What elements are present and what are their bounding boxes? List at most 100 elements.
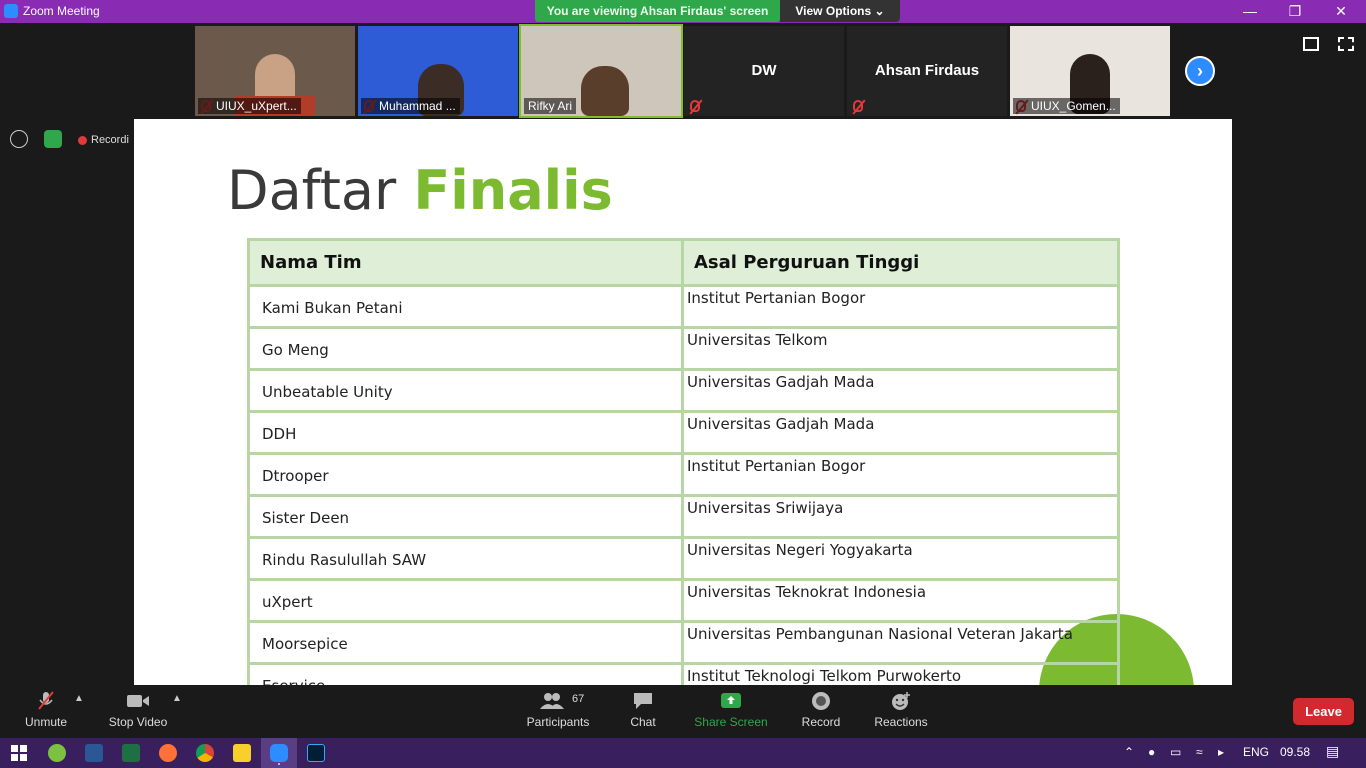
slide-title-accent: Finalis [413,159,613,222]
participant-tile[interactable]: Ahsan Firdaus [847,26,1007,116]
recording-label: Recordi [91,134,129,146]
team-name-cell: Dtrooper [247,452,684,497]
team-name-cell: Rindu Rasulullah SAW [247,536,684,581]
unmute-label: Unmute [24,715,68,729]
participant-name: Rifky Ari [524,98,577,114]
participant-tile[interactable]: UIUX_Gomen... [1010,26,1170,116]
view-options-label: View Options [795,4,872,18]
reactions-label: Reactions [874,715,928,729]
university-cell: Universitas Sriwijaya [681,494,1120,539]
participants-label: Participants [526,715,590,729]
excel-icon[interactable] [122,744,140,762]
table-header-row: Nama Tim Asal Perguruan Tinggi [247,238,1120,287]
mic-muted-icon [38,691,54,710]
next-page-button[interactable]: › [1185,56,1215,86]
participant-name: UIUX_uXpert... [198,98,301,114]
table-row: DDH Universitas Gadjah Mada [247,410,1120,455]
language-indicator[interactable]: ENG [1243,745,1269,759]
table-row: EserviceInstitut Teknologi Telkom Purwok… [247,662,1120,685]
table-row: Sister Deen Universitas Sriwijaya [247,494,1120,539]
participant-tile[interactable]: UIUX_uXpert... [195,26,355,116]
word-icon[interactable] [85,744,103,762]
team-name-cell: Kami Bukan Petani [247,284,684,329]
participant-name: UIUX_Gomen... [1013,98,1120,114]
slide-title-plain: Daftar [227,159,397,222]
camera-icon [127,695,149,707]
battery-icon[interactable]: ▭ [1170,745,1181,759]
table-row: Rindu Rasulullah SAW Universitas Negeri Y… [247,536,1120,581]
record-label: Record [801,715,841,729]
close-icon[interactable]: ✕ [1326,2,1356,20]
audio-options-caret-icon[interactable]: ▲ [74,693,84,704]
volume-icon[interactable]: ▸ [1218,745,1224,759]
minimize-icon[interactable]: — [1235,2,1265,20]
leave-button[interactable]: Leave [1293,698,1354,725]
info-icon[interactable] [10,130,28,148]
share-banner: You are viewing Ahsan Firdaus' screen [535,0,780,22]
university-cell: Institut Pertanian Bogor [681,284,1120,329]
table-row: Moorsepice Universitas Pembangunan Nasion… [247,620,1120,665]
zoom-logo-icon [4,4,18,18]
firefox-icon[interactable] [159,744,177,762]
view-options-button[interactable]: View Options ⌄ [780,0,900,22]
windows-taskbar: ⌃ ● ▭ ≈ ▸ ENG 09.58 ▤ [0,738,1366,768]
table-row: Go Meng Universitas Telkom [247,326,1120,371]
shared-screen-slide: Daftar Finalis Nama Tim Asal Perguruan T… [134,119,1232,685]
app-clover-icon[interactable] [48,744,66,762]
university-cell: Institut Pertanian Bogor [681,452,1120,497]
participant-video [581,66,629,116]
chat-label: Chat [630,715,656,729]
stop-video-button[interactable]: Stop Video [106,691,170,729]
team-name-cell: Eservice [247,662,684,685]
chrome-icon[interactable] [196,744,214,762]
chat-icon [634,693,652,709]
team-name-cell: uXpert [247,578,684,623]
windows-start-icon[interactable] [11,745,27,761]
participant-tile[interactable]: Muhammad ... [358,26,518,116]
chevron-down-icon: ⌄ [874,4,885,18]
record-dot-icon [78,135,87,145]
share-screen-icon [721,693,741,708]
restore-icon[interactable]: ❐ [1280,2,1310,20]
stop-video-label: Stop Video [108,715,168,729]
sticky-notes-icon[interactable] [233,744,251,762]
recording-indicator[interactable]: Recordi [72,130,134,150]
notifications-icon[interactable]: ▤ [1326,743,1339,760]
finalist-table: Nama Tim Asal Perguruan Tinggi Kami Buka… [247,238,1120,685]
share-screen-label: Share Screen [694,715,768,729]
chevron-right-icon: › [1197,61,1203,81]
chevron-up-icon[interactable]: ⌃ [1124,745,1134,759]
video-options-caret-icon[interactable]: ▲ [172,693,182,704]
record-button[interactable]: Record [800,691,842,729]
photoshop-icon[interactable] [307,744,325,762]
team-name-cell: DDH [247,410,684,455]
shield-icon[interactable] [44,130,63,148]
table-row: Dtrooper Institut Pertanian Bogor [247,452,1120,497]
share-screen-button[interactable]: Share Screen [694,691,768,729]
slide-title: Daftar Finalis [227,159,613,222]
network-icon[interactable]: ≈ [1196,745,1203,759]
university-cell: Universitas Teknokrat Indonesia [681,578,1120,623]
unmute-button[interactable]: Unmute [22,691,70,729]
participant-name: Ahsan Firdaus [874,62,980,79]
participant-tile[interactable]: Rifky Ari [519,24,683,118]
university-cell: Universitas Gadjah Mada [681,410,1120,455]
team-name-cell: Moorsepice [247,620,684,665]
meeting-stage: UIUX_uXpert... Muhammad ... Rifky Ari DW… [0,23,1366,685]
smiley-icon [892,692,910,710]
meeting-info-bar [10,130,74,150]
table-row: Kami Bukan Petani Institut Pertanian Bogo… [247,284,1120,329]
window-title: Zoom Meeting [23,4,100,18]
fullscreen-icon[interactable] [1338,37,1354,51]
team-name-cell: Unbeatable Unity [247,368,684,413]
participants-count: 67 [572,693,585,705]
university-cell: Universitas Pembangunan Nasional Veteran… [681,620,1120,665]
view-layout-icon[interactable] [1303,37,1319,51]
zoom-taskbar-icon[interactable] [270,744,288,762]
chat-button[interactable]: Chat [625,691,661,729]
microphone-icon[interactable]: ● [1148,745,1155,759]
team-name-cell: Sister Deen [247,494,684,539]
participant-tile[interactable]: DW [684,26,844,116]
reactions-button[interactable]: Reactions [873,691,929,729]
clock[interactable]: 09.58 [1280,745,1310,759]
